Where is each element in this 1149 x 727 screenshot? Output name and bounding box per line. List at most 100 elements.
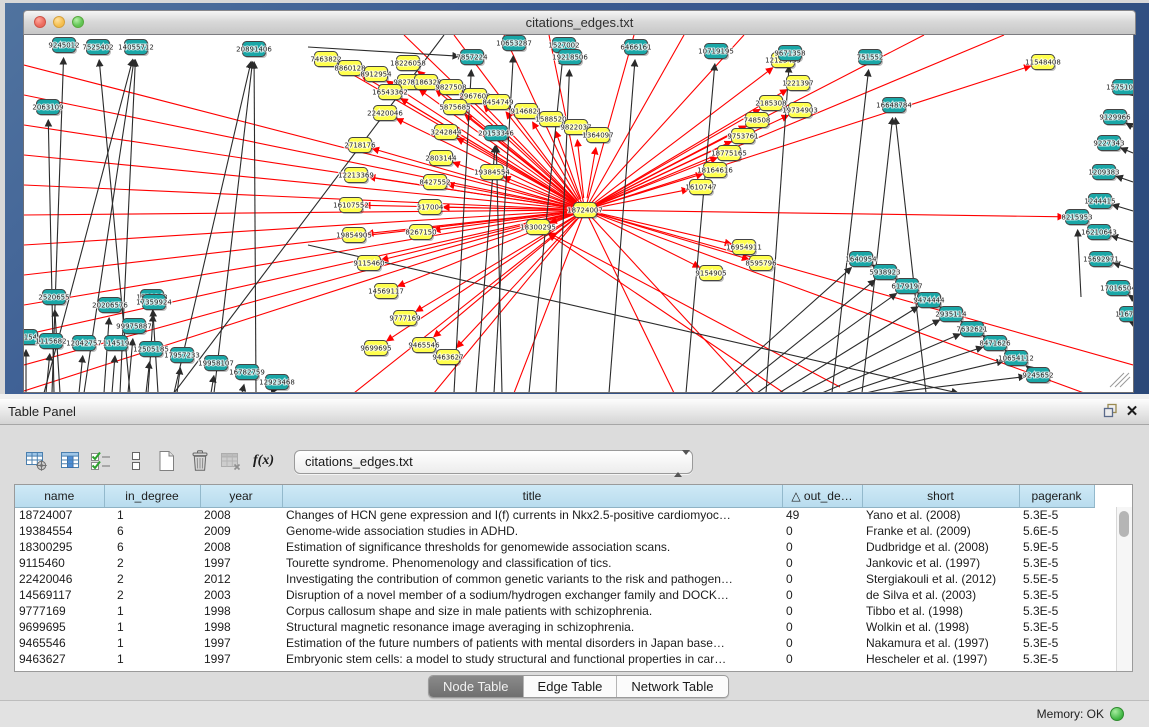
table-scrollbar[interactable] [1116,507,1132,671]
graph-node[interactable]: 15692971 [1083,252,1119,269]
graph-node[interactable]: 15751074 [1106,80,1133,97]
graph-node[interactable]: 8471626 [979,336,1011,353]
table-row[interactable]: 946554611997Estimation of the future num… [15,635,1094,651]
graph-node[interactable]: 9227343 [1093,136,1124,153]
graph-node[interactable]: 17957233 [164,348,200,365]
column-header-5[interactable]: short [862,485,1019,507]
graph-node[interactable]: 11548408 [1025,55,1061,72]
graph-node[interactable]: 1209383 [1088,165,1119,182]
tab-edge-table[interactable]: Edge Table [524,676,618,697]
graph-node[interactable]: 9129966 [1099,110,1131,127]
graph-node[interactable]: 10653287 [496,36,532,53]
graph-node[interactable]: 9245652 [1022,368,1053,385]
graph-node[interactable]: 9699695 [360,341,391,358]
tab-network-table[interactable]: Network Table [617,676,727,697]
graph-node[interactable]: 2718176 [344,138,376,155]
graph-node[interactable]: 9115460 [353,256,384,273]
network-window-titlebar[interactable]: citations_edges.txt [23,10,1136,35]
graph-node[interactable]: 9465546 [408,338,440,355]
graph-node[interactable]: 1364097 [582,128,613,145]
graph-node[interactable]: 99975887 [116,319,152,336]
graph-node[interactable]: 12213369 [338,168,374,185]
column-visibility-button[interactable] [59,449,83,473]
graph-node[interactable]: 6466161 [620,40,651,57]
graph-node[interactable]: 18226058 [390,56,426,73]
graph-node[interactable]: 114519 [103,336,130,353]
network-canvas[interactable]: 1872400718300295193845547463822886012889… [23,35,1134,393]
graph-node[interactable]: 2063109 [32,100,63,117]
table-row[interactable]: 977716911998Corpus callosum shape and si… [15,603,1094,619]
graph-node[interactable]: 317004 [417,200,444,217]
graph-node[interactable]: 5875685 [439,100,470,117]
graph-node[interactable]: 748508 [744,113,771,130]
graph-node[interactable]: 7525402 [82,40,113,57]
graph-node[interactable]: 9474444 [913,293,945,310]
import-table-button[interactable] [155,449,179,473]
graph-node[interactable]: 9463627 [432,350,463,367]
function-builder-button[interactable]: f(x) [253,449,277,473]
delete-table-button[interactable] [188,449,212,473]
table-selector[interactable]: citations_edges.txt [294,450,693,474]
column-header-4[interactable]: △ out_de… [782,485,862,507]
table-mode-button[interactable] [25,449,49,473]
graph-node[interactable]: 8595796 [745,256,777,273]
graph-node[interactable]: 2520655 [38,290,69,307]
graph-node[interactable]: 9753761 [727,129,758,146]
memory-status-icon[interactable] [1110,707,1124,721]
graph-node[interactable]: 20891406 [236,42,272,59]
graph-node[interactable]: 5938923 [869,265,900,282]
graph-node[interactable]: 9245012 [48,38,79,55]
graph-node[interactable]: 16210643 [1081,225,1117,242]
graph-node[interactable]: 10719195 [698,44,734,61]
resize-grip-icon[interactable] [1110,373,1130,387]
column-header-3[interactable]: title [282,485,782,507]
table-row[interactable]: 1456911722003Disruption of a novel membe… [15,587,1094,603]
graph-node[interactable]: 8215953 [1061,210,1092,227]
graph-node[interactable]: 10654112 [998,351,1034,368]
graph-node[interactable]: 16648784 [876,98,912,115]
table-row[interactable]: 969969511998Structural magnetic resonanc… [15,619,1094,635]
close-panel-icon[interactable]: ✕ [1123,403,1141,420]
graph-node[interactable]: 19854905 [336,228,372,245]
graph-node[interactable]: 9154905 [695,266,726,283]
graph-node[interactable]: 1610747 [685,180,716,197]
column-header-6[interactable]: pagerank [1019,485,1094,507]
graph-node[interactable]: 1244415 [1084,194,1115,211]
graph-node[interactable]: 1640954 [845,252,877,269]
graph-node[interactable]: 7857224 [456,50,488,67]
graph-node[interactable]: 7632621 [956,322,987,339]
column-header-2[interactable]: year [200,485,282,507]
graph-node[interactable]: 17016504 [1100,281,1133,298]
graph-node[interactable]: 19384554 [474,165,510,182]
graph-node[interactable]: 751552 [857,50,884,67]
table-row[interactable]: 946362711997Embryonic stem cells: a mode… [15,651,1094,667]
graph-node[interactable]: 14055712 [118,40,154,57]
graph-node[interactable]: 8912954 [360,67,392,84]
graph-node[interactable]: 9777169 [389,311,420,328]
graph-node[interactable]: 1167533 [1115,307,1133,324]
graph-node[interactable]: 12923468 [259,375,295,392]
table-row[interactable]: 2242004622012Investigating the contribut… [15,571,1094,587]
tab-node-table[interactable]: Node Table [429,676,524,697]
column-header-0[interactable]: name [15,485,104,507]
graph-node[interactable]: 6179197 [891,279,922,296]
citation-network-graph[interactable]: 1872400718300295193845547463822886012889… [24,35,1133,392]
table-row[interactable]: 911546021997Tourette syndrome. Phenomeno… [15,555,1094,571]
float-window-icon[interactable] [1101,403,1119,420]
clear-selection-button[interactable] [124,449,148,473]
graph-node[interactable]: 3242844 [430,125,462,142]
table-row[interactable]: 1872400712008Changes of HCN gene express… [15,507,1094,523]
graph-node[interactable]: 1115682 [35,334,66,351]
graph-node[interactable]: 12042757 [66,336,102,353]
graph-node[interactable]: 2935114 [935,307,967,324]
select-all-button[interactable] [89,449,113,473]
table-row[interactable]: 1938455462009Genome-wide association stu… [15,523,1094,539]
graph-node[interactable]: 16954911 [726,240,762,257]
graph-node[interactable]: 8267150 [405,225,436,242]
table-scrollbar-thumb[interactable] [1119,511,1129,537]
graph-node[interactable]: 2803144 [425,151,457,168]
graph-node[interactable]: 18164616 [697,163,733,180]
table-row[interactable]: 1830029562008Estimation of significance … [15,539,1094,555]
column-header-1[interactable]: in_degree [104,485,200,507]
graph-node[interactable]: 8427552 [419,175,450,192]
